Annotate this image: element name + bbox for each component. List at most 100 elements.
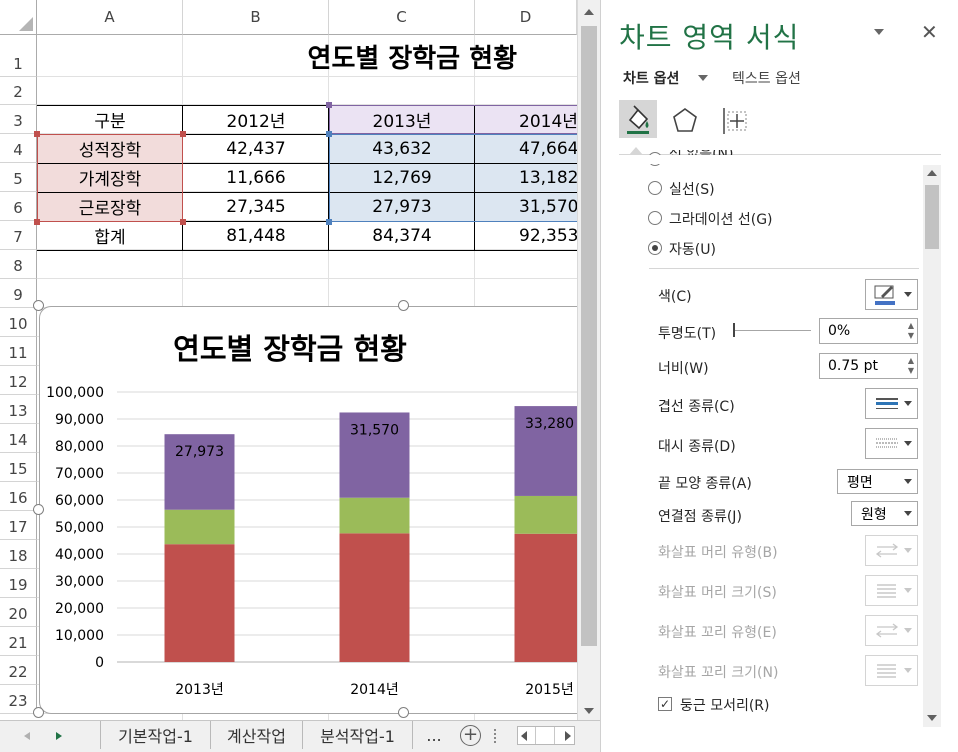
tab-scroll-right-icon[interactable] [56, 732, 62, 740]
y-tick-label[interactable]: 30,000 [55, 574, 104, 590]
column-header-c[interactable]: C [329, 0, 475, 35]
transparency-slider[interactable] [735, 330, 811, 331]
resize-handle-middle-left[interactable] [33, 504, 44, 515]
begin-arrow-size-picker[interactable] [865, 575, 918, 606]
table-cell[interactable]: 구분 [37, 105, 183, 134]
bar-segment[interactable] [339, 533, 410, 662]
y-tick-label[interactable]: 60,000 [55, 493, 104, 509]
tab-scroll-left-icon[interactable] [24, 732, 30, 740]
close-icon[interactable]: ✕ [921, 20, 938, 44]
fill-line-tab[interactable] [619, 100, 657, 138]
row-header[interactable]: 8 [0, 250, 37, 279]
x-tick-label[interactable]: 2013년 [175, 682, 224, 698]
table-cell[interactable]: 합계 [37, 221, 183, 250]
size-properties-icon[interactable] [719, 104, 753, 136]
pane-scrollbar[interactable] [923, 165, 941, 727]
x-tick-label[interactable]: 2014년 [350, 682, 399, 698]
end-arrow-size-picker[interactable] [865, 655, 918, 686]
effects-pentagon-icon[interactable] [669, 104, 701, 136]
chart-svg[interactable]: 연도별 장학금 현황 0 10,000 20,000 30,000 40,000 50,0… [40, 307, 599, 714]
y-tick-label[interactable]: 90,000 [55, 412, 104, 428]
rounded-corners-checkbox[interactable]: ✓ [658, 697, 672, 711]
table-cell[interactable]: 2012년 [183, 105, 329, 134]
resize-handle-bottom-left[interactable] [33, 707, 44, 718]
row-header[interactable]: 9 [0, 279, 37, 308]
pane-scroll-down-icon[interactable] [927, 715, 937, 721]
bar-segment[interactable] [164, 544, 235, 662]
row-header[interactable]: 19 [0, 569, 37, 598]
x-tick-label[interactable]: 2015년 [525, 682, 574, 698]
data-label[interactable]: 33,280 [525, 416, 574, 432]
chart-area[interactable]: 연도별 장학금 현황 0 10,000 20,000 30,000 40,000 50,0… [39, 306, 599, 714]
row-header[interactable]: 13 [0, 395, 37, 424]
row-header[interactable]: 23 [0, 685, 37, 714]
row-header[interactable]: 12 [0, 366, 37, 395]
table-cell[interactable]: 27,345 [183, 192, 329, 221]
row-header[interactable]: 16 [0, 482, 37, 511]
y-tick-label[interactable]: 80,000 [55, 439, 104, 455]
radio-solid-line[interactable] [648, 181, 662, 195]
pane-options-icon[interactable] [874, 29, 884, 35]
resize-handle-top-left[interactable] [33, 300, 44, 311]
bar-segment[interactable] [164, 509, 235, 545]
sheet-tab-basic-1[interactable]: 기본작업-1 [101, 721, 211, 749]
tab-text-options[interactable]: 텍스트 옵션 [732, 68, 801, 88]
data-label[interactable]: 31,570 [350, 422, 399, 438]
y-tick-label[interactable]: 20,000 [55, 601, 104, 617]
row-header[interactable]: 7 [0, 221, 37, 250]
end-arrow-type-picker[interactable] [865, 615, 918, 646]
data-label[interactable]: 27,973 [175, 444, 224, 460]
row-header[interactable]: 1 [0, 35, 37, 77]
row-header[interactable]: 11 [0, 337, 37, 366]
begin-arrow-type-picker[interactable] [865, 535, 918, 566]
sheet-tab-calc[interactable]: 계산작업 [211, 721, 303, 749]
row-header[interactable]: 5 [0, 163, 37, 192]
row-header[interactable]: 10 [0, 308, 37, 337]
select-all-corner[interactable] [0, 0, 37, 35]
radio-gradient-line[interactable] [648, 211, 662, 225]
table-cell[interactable]: 84,374 [329, 221, 475, 250]
row-header[interactable]: 14 [0, 424, 37, 453]
table-cell[interactable]: 81,448 [183, 221, 329, 250]
bar-segment[interactable] [514, 495, 585, 534]
sheet-vertical-scrollbar[interactable] [577, 0, 600, 722]
table-cell[interactable]: 42,437 [183, 134, 329, 163]
resize-handle-bottom-middle[interactable] [398, 707, 409, 718]
scroll-up-icon[interactable] [584, 9, 594, 15]
join-type-select[interactable]: 원형 [851, 501, 918, 526]
row-header[interactable]: 2 [0, 77, 37, 105]
bar-segment[interactable] [339, 497, 410, 534]
row-header[interactable]: 20 [0, 598, 37, 627]
column-header-d[interactable]: D [475, 0, 577, 35]
color-picker[interactable] [865, 279, 918, 310]
cap-type-select[interactable]: 평면 [837, 469, 918, 494]
compound-type-picker[interactable] [865, 388, 918, 419]
chart-title[interactable]: 연도별 장학금 현황 [173, 332, 407, 366]
y-tick-label[interactable]: 50,000 [55, 520, 104, 536]
table-cell[interactable]: 11,666 [183, 163, 329, 192]
sheet-tab-analysis-1[interactable]: 분석작업-1 [303, 721, 413, 749]
dash-type-picker[interactable] [865, 428, 918, 459]
scroll-down-icon[interactable] [584, 708, 594, 714]
pane-scroll-thumb[interactable] [925, 185, 939, 249]
row-header[interactable]: 21 [0, 627, 37, 656]
row-header[interactable]: 22 [0, 656, 37, 685]
table-cell[interactable]: 92,353 [475, 221, 580, 250]
row-header[interactable]: 4 [0, 134, 37, 163]
sheet-horizontal-scrollbar[interactable] [517, 726, 575, 745]
sheet-tab-more[interactable]: ... [413, 721, 455, 749]
sheet-title[interactable]: 연도별 장학금 현황 [183, 35, 577, 77]
row-header[interactable]: 15 [0, 453, 37, 482]
bar-segment[interactable] [514, 533, 585, 662]
column-header-a[interactable]: A [37, 0, 183, 35]
tab-chart-options[interactable]: 차트 옵션 [623, 68, 679, 88]
y-tick-label[interactable]: 40,000 [55, 547, 104, 563]
y-tick-label[interactable]: 100,000 [46, 385, 104, 401]
transparency-input[interactable]: 0% ▲ ▼ [819, 318, 918, 344]
tab-splitter-icon[interactable] [494, 729, 497, 743]
add-sheet-icon[interactable]: + [460, 725, 481, 746]
resize-handle-top-middle[interactable] [398, 300, 409, 311]
pane-scroll-up-icon[interactable] [927, 170, 937, 176]
width-input[interactable]: 0.75 pt ▲ ▼ [819, 353, 918, 379]
row-header[interactable]: 18 [0, 540, 37, 569]
